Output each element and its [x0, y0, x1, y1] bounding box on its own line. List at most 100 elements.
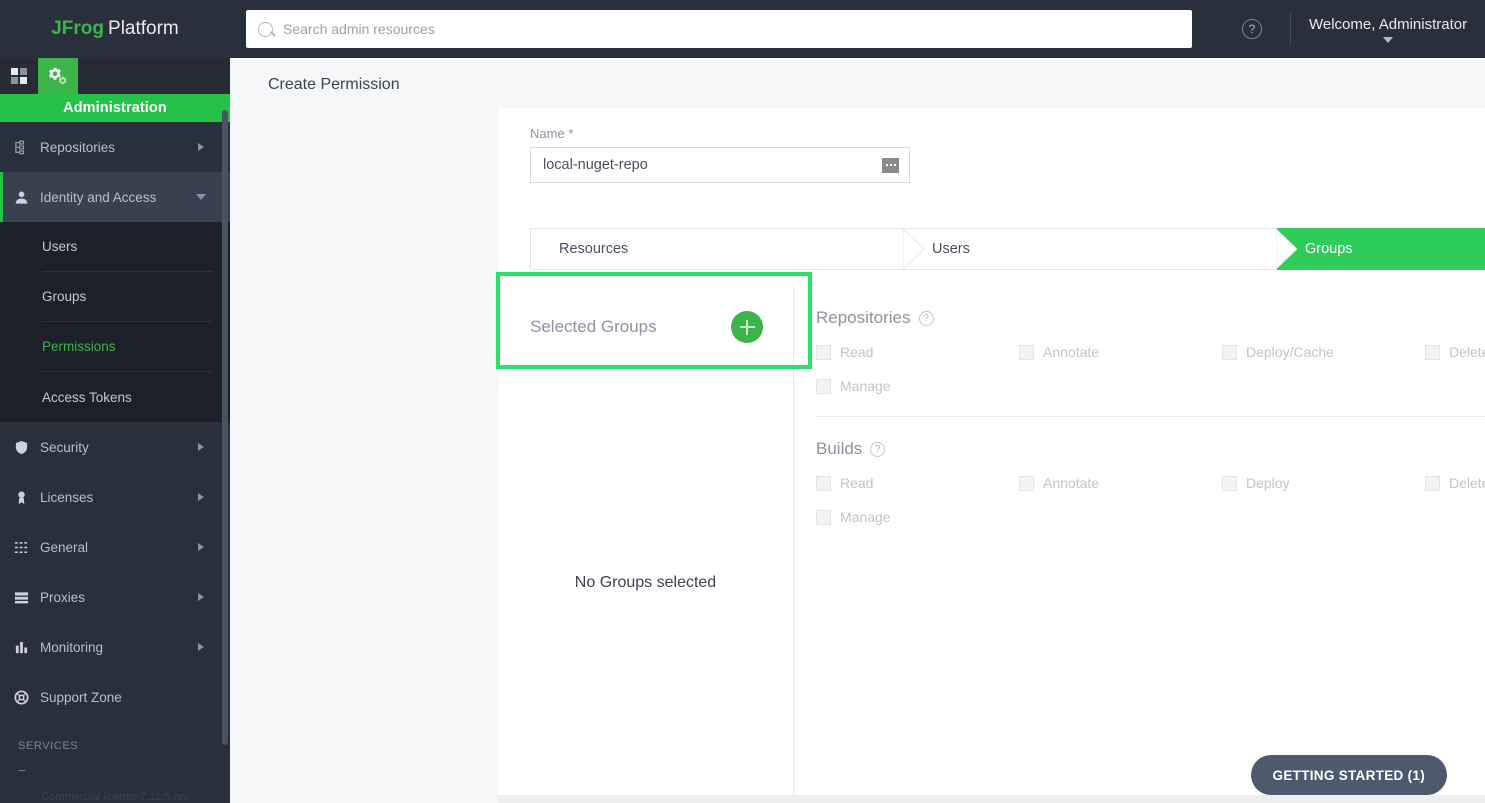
sidebar-item-repositories-label: Repositories [40, 139, 116, 155]
server-icon [14, 590, 40, 605]
ellipsis-resize-icon[interactable] [882, 157, 899, 173]
create-permission-card: Name * local-nuget-repo Resources Users [496, 108, 1485, 795]
sidebar-item-security-label: Security [40, 439, 89, 455]
sidebar-item-access-tokens-label: Access Tokens [42, 389, 132, 405]
user-menu[interactable]: Welcome, Administrator [1309, 16, 1467, 43]
repositories-checkbox-grid: Read Annotate Deploy/Cache Delete/Overwr… [816, 344, 1485, 394]
sidebar-item-support-zone-label: Support Zone [40, 689, 122, 705]
builds-annotate-checkbox[interactable] [1019, 475, 1034, 491]
step-groups-label: Groups [1305, 241, 1353, 257]
grid-apps-glyph [11, 68, 27, 84]
step-groups[interactable]: Groups [1277, 228, 1485, 270]
sidebar-item-access-tokens[interactable]: Access Tokens [42, 372, 212, 422]
checkbox-label: Annotate [1043, 344, 1100, 360]
shield-icon [14, 440, 40, 455]
repositories-section-header: Repositories ? [816, 286, 1485, 344]
medal-icon [14, 490, 40, 505]
welcome-label: Welcome, Administrator [1309, 15, 1468, 33]
sidebar-item-permissions[interactable]: Permissions [42, 322, 212, 372]
step-users[interactable]: Users [904, 228, 1297, 270]
builds-deploy-checkbox[interactable] [1222, 475, 1237, 491]
chevron-down-icon [196, 194, 206, 200]
sliders-icon [14, 540, 40, 555]
search-input[interactable] [283, 21, 1180, 37]
sidebar-item-general[interactable]: General [0, 522, 230, 572]
sidebar-scrollbar[interactable] [222, 110, 228, 745]
administration-label: Administration [63, 100, 167, 116]
sidebar-item-users-label: Users [42, 239, 78, 254]
checkbox-label: Deploy/Cache [1246, 344, 1334, 360]
checkbox-row: Manage [816, 378, 1019, 394]
sidebar-item-users[interactable]: Users [42, 222, 212, 272]
repositories-icon [14, 140, 40, 155]
sidebar-item-monitoring[interactable]: Monitoring [0, 622, 230, 672]
icon-rail [0, 58, 230, 94]
sidebar-item-security[interactable]: Security [0, 422, 230, 472]
checkbox-row: Delete [1425, 475, 1485, 491]
sidebar-item-identity-and-access[interactable]: Identity and Access [0, 172, 230, 222]
sidebar-item-proxies[interactable]: Proxies [0, 572, 230, 622]
page-title: Create Permission [268, 76, 400, 93]
permissions-panel: Repositories ? Read Annotate Deploy/Cach… [794, 286, 1485, 795]
checkbox-label: Read [840, 475, 874, 491]
sidebar-item-licenses-label: Licenses [40, 489, 94, 505]
repositories-manage-checkbox[interactable] [816, 378, 831, 394]
service-placeholder: – [18, 762, 26, 777]
selected-groups-header: Selected Groups [496, 272, 812, 369]
builds-section-header: Builds ? [816, 417, 1485, 475]
chevron-right-icon [198, 443, 204, 451]
repositories-read-checkbox[interactable] [816, 344, 831, 360]
builds-read-checkbox[interactable] [816, 475, 831, 491]
name-input[interactable]: local-nuget-repo [530, 147, 910, 183]
sidebar-nav: Repositories Identity and Access Users G… [0, 122, 230, 777]
question-mark-icon[interactable]: ? [1242, 19, 1262, 39]
checkbox-row: Read [816, 475, 1019, 491]
lifebuoy-icon [14, 689, 40, 705]
identity-and-access-submenu: Users Groups Permissions Access Tokens [0, 222, 230, 422]
sidebar-item-groups[interactable]: Groups [42, 272, 212, 322]
checkbox-row: Manage [816, 509, 1019, 525]
gears-glyph [49, 67, 67, 84]
no-groups-message: No Groups selected [574, 574, 717, 591]
checkbox-row: Annotate [1019, 475, 1222, 491]
sidebar: JFrog Platform Administration Repositori… [0, 0, 230, 803]
sidebar-item-proxies-label: Proxies [40, 589, 86, 605]
sidebar-item-groups-label: Groups [42, 289, 87, 304]
sidebar-item-permissions-label: Permissions [42, 339, 116, 354]
name-field-label: Name * [530, 126, 574, 141]
sidebar-item-support-zone[interactable]: Support Zone [0, 672, 230, 722]
license-info: Commercial license 7.11.5 rev [41, 791, 189, 803]
step-resources[interactable]: Resources [530, 228, 924, 270]
chevron-right-icon [198, 643, 204, 651]
repositories-annotate-checkbox[interactable] [1019, 344, 1034, 360]
builds-delete-checkbox[interactable] [1425, 475, 1440, 491]
bottom-strip [498, 795, 1485, 803]
question-mark-icon[interactable]: ? [870, 441, 886, 457]
question-mark-icon[interactable]: ? [918, 310, 934, 326]
brand-logo[interactable]: JFrog Platform [0, 0, 230, 58]
gears-icon[interactable] [38, 58, 78, 94]
selected-groups-title: Selected Groups [530, 317, 657, 336]
repositories-delete-overwrite-checkbox[interactable] [1425, 344, 1440, 360]
sidebar-item-general-label: General [40, 539, 89, 555]
builds-section-title: Builds [816, 439, 863, 458]
getting-started-button[interactable]: GETTING STARTED (1) [1250, 755, 1447, 795]
add-group-button[interactable] [731, 311, 763, 343]
repositories-deploy-cache-checkbox[interactable] [1222, 344, 1237, 360]
jfrog-platform-window: JFrog Platform Administration Repositori… [0, 0, 1485, 803]
search-bar[interactable] [246, 10, 1192, 48]
builds-manage-checkbox[interactable] [816, 509, 831, 525]
services-section-label: SERVICES [18, 740, 79, 752]
wizard-steps: Resources Users Groups [530, 228, 1485, 270]
checkbox-row: Deploy/Cache [1222, 344, 1425, 360]
step-chevron-icon [1276, 229, 1297, 269]
chevron-right-icon [198, 543, 204, 551]
sidebar-item-licenses[interactable]: Licenses [0, 472, 230, 522]
sidebar-item-repositories[interactable]: Repositories [0, 122, 230, 172]
groups-and-permissions: Selected Groups No Groups selected Repos… [496, 272, 1485, 795]
grid-apps-icon[interactable] [0, 58, 38, 94]
brand-platform-text: Platform [108, 18, 179, 39]
name-input-value: local-nuget-repo [543, 157, 648, 173]
checkbox-label: Read [840, 344, 874, 360]
checkbox-row: Read [816, 344, 1019, 360]
